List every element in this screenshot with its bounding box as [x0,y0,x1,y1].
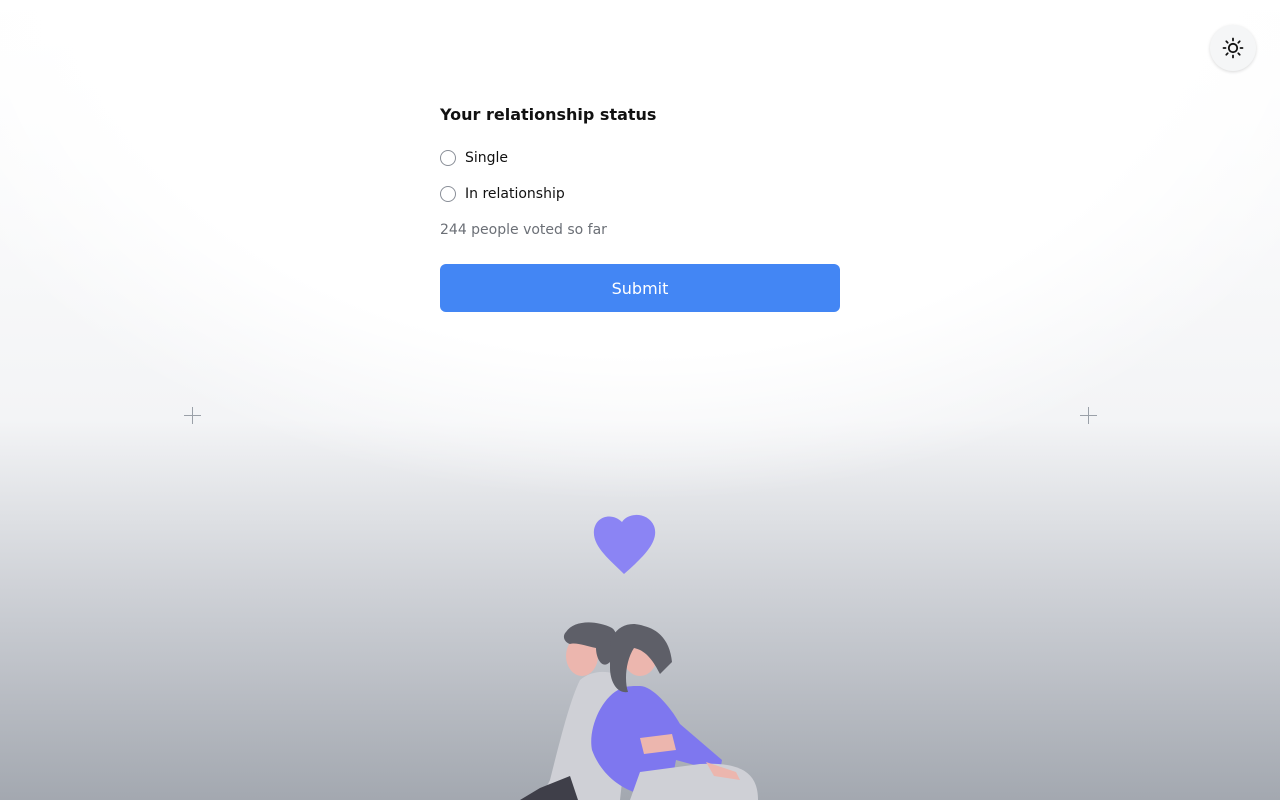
theme-toggle-button[interactable] [1210,25,1256,71]
option-single[interactable]: Single [440,148,840,168]
couple-heart-illustration [520,514,758,800]
radio-single[interactable] [440,150,456,166]
radio-in-relationship[interactable] [440,186,456,202]
submit-button[interactable]: Submit [440,264,840,312]
plus-decoration-icon [184,407,201,424]
option-label: Single [465,150,509,166]
vote-count: 244 people voted so far [440,222,607,238]
option-in-relationship[interactable]: In relationship [440,184,840,204]
poll-card: Your relationship status Single In relat… [440,104,840,312]
person-right [591,624,758,800]
heart-icon [593,514,656,574]
poll-title: Your relationship status [440,105,657,124]
sun-icon [1222,37,1244,59]
plus-decoration-icon [1080,407,1097,424]
option-label: In relationship [465,186,565,202]
